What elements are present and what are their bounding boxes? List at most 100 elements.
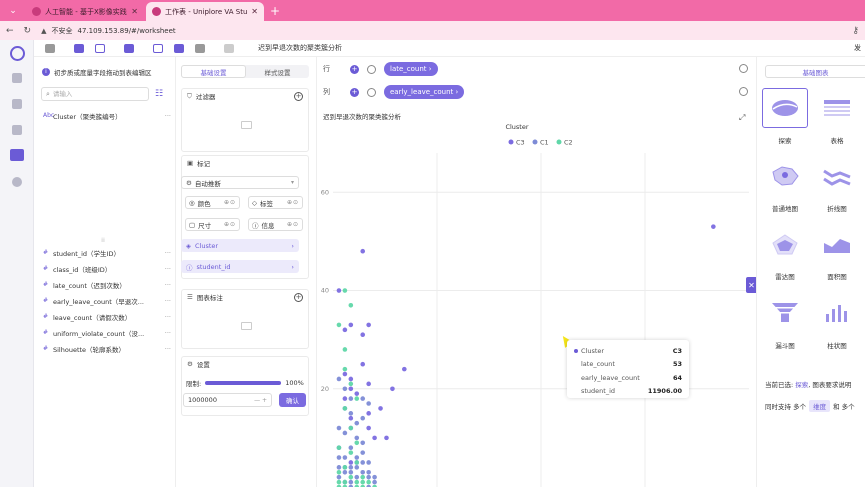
scatter-point[interactable] <box>336 479 342 485</box>
mark-field-cluster[interactable]: ◈ Cluster › <box>181 239 299 252</box>
tab-search-icon[interactable]: ⌄ <box>3 2 23 19</box>
scatter-point[interactable] <box>366 479 371 485</box>
chart-type-bar[interactable] <box>814 292 860 332</box>
field-more-icon[interactable]: ··· <box>163 313 171 321</box>
tab-style-settings[interactable]: 样式设置 <box>246 65 309 78</box>
scatter-point[interactable] <box>348 381 354 387</box>
url-field[interactable]: ▲ 不安全 47.109.153.89/#/worksheet <box>41 26 176 36</box>
scatter-point[interactable] <box>711 224 716 229</box>
scatter-point[interactable] <box>348 376 354 382</box>
browser-tab-1[interactable]: 人工智能 - 基于X影像实践科学平台 ✕ <box>26 2 144 21</box>
measure-field[interactable]: # early_leave_count（早退次... ··· <box>43 295 171 306</box>
reload-icon[interactable]: ↻ <box>24 26 32 36</box>
nav-report-icon[interactable] <box>12 125 22 135</box>
tab-close-icon[interactable]: ✕ <box>131 7 138 16</box>
scatter-point[interactable] <box>348 479 354 485</box>
measure-field[interactable]: # class_id（班级ID） ··· <box>43 263 171 274</box>
refresh-icon[interactable] <box>95 43 105 53</box>
limit-number-input[interactable]: 1000000 — + <box>183 393 272 407</box>
scatter-point[interactable] <box>342 455 348 460</box>
scatter-point[interactable] <box>348 415 354 421</box>
field-more-icon[interactable]: ··· <box>163 297 171 305</box>
share-icon[interactable] <box>224 43 234 53</box>
scatter-point[interactable] <box>366 322 371 328</box>
scatter-point[interactable] <box>366 401 371 406</box>
layout-icon[interactable] <box>124 43 134 53</box>
scatter-point[interactable] <box>342 479 348 485</box>
scatter-point[interactable] <box>354 420 360 426</box>
scatter-point[interactable] <box>372 435 377 441</box>
image-export-icon[interactable] <box>174 43 184 53</box>
scatter-point[interactable] <box>342 371 348 377</box>
scatter-point[interactable] <box>354 460 360 465</box>
mark-field-student-id[interactable]: ⓘ student_id › <box>181 260 299 273</box>
chart-type-funnel[interactable] <box>762 292 808 332</box>
scatter-point[interactable] <box>348 322 354 328</box>
nav-worksheet-icon[interactable] <box>10 149 24 161</box>
scatter-point[interactable] <box>360 361 366 367</box>
scatter-point[interactable] <box>360 450 366 455</box>
back-icon[interactable]: ← <box>6 26 14 36</box>
scatter-point[interactable] <box>390 386 395 392</box>
add-annotation-icon[interactable]: + <box>294 292 303 302</box>
mark-type-select[interactable]: ⚙ 自动推断 ▾ <box>181 176 299 189</box>
scatter-point[interactable] <box>366 381 371 387</box>
basic-charts-tab[interactable]: 基础图表 <box>765 65 865 78</box>
scatter-point[interactable] <box>342 288 348 293</box>
measure-field[interactable]: # late_count（迟到次数） ··· <box>43 279 171 290</box>
scatter-point[interactable] <box>360 474 366 480</box>
field-more-icon[interactable]: ··· <box>163 265 171 273</box>
scatter-point[interactable] <box>336 288 342 293</box>
scatter-point[interactable] <box>366 411 371 416</box>
scatter-point[interactable] <box>354 435 360 441</box>
panel-splitter-icon[interactable]: ⁞⁞ <box>96 237 110 244</box>
scatter-point[interactable] <box>354 474 360 480</box>
field-more-icon[interactable]: ··· <box>163 329 171 337</box>
field-more-icon[interactable]: ··· <box>163 345 171 353</box>
publish-button[interactable]: 发 <box>854 43 861 53</box>
measure-field[interactable]: # student_id（学生ID） ··· <box>43 247 171 258</box>
scatter-point[interactable] <box>336 322 342 328</box>
column-field-chip[interactable]: early_leave_count › <box>384 85 465 99</box>
scatter-point[interactable] <box>360 479 366 485</box>
chart-type-area[interactable] <box>814 224 860 264</box>
scatter-point[interactable] <box>360 415 366 421</box>
add-filter-icon[interactable]: + <box>294 91 303 101</box>
scatter-point[interactable] <box>336 469 342 475</box>
scatter-point[interactable] <box>348 411 354 416</box>
field-search[interactable]: ⌕ <box>41 87 149 101</box>
scatter-point[interactable] <box>360 332 366 338</box>
scatter-point[interactable] <box>372 474 377 480</box>
confirm-button[interactable]: 确认 <box>279 393 306 407</box>
scatter-point[interactable] <box>336 465 342 470</box>
limit-slider[interactable] <box>205 381 282 385</box>
scatter-point[interactable] <box>342 347 348 352</box>
field-search-input[interactable] <box>52 90 143 98</box>
scatter-point[interactable] <box>360 440 366 446</box>
scatter-point[interactable] <box>348 302 354 308</box>
nav-explore-icon[interactable] <box>12 177 22 187</box>
scatter-point[interactable] <box>348 460 354 465</box>
mark-info-button[interactable]: ⓘ 信息 ⊕⊙ <box>248 218 303 231</box>
chart-type-line[interactable] <box>814 156 860 196</box>
toggle-panel-icon[interactable] <box>45 43 55 53</box>
scatter-point[interactable] <box>348 469 354 475</box>
scatter-point[interactable] <box>360 469 366 475</box>
scatter-point[interactable] <box>348 450 354 455</box>
scatter-point[interactable] <box>342 396 348 401</box>
column-history-icon[interactable] <box>367 87 376 97</box>
scatter-point[interactable] <box>348 474 354 480</box>
scatter-point[interactable] <box>360 396 366 401</box>
add-row-icon[interactable]: + <box>350 64 359 74</box>
scatter-point[interactable] <box>372 479 377 485</box>
gear-icon[interactable] <box>195 43 205 53</box>
scatter-point[interactable] <box>336 425 342 431</box>
current-selection-link[interactable]: 探索 <box>795 381 808 389</box>
chart-type-map[interactable] <box>762 156 808 196</box>
scatter-point[interactable] <box>336 376 342 382</box>
row-history-icon[interactable] <box>367 64 376 74</box>
tab-close-icon[interactable]: ✕ <box>251 7 258 16</box>
field-more-icon[interactable]: ··· <box>163 249 171 257</box>
nav-dashboard-icon[interactable] <box>12 73 22 83</box>
scatter-point[interactable] <box>354 391 360 396</box>
